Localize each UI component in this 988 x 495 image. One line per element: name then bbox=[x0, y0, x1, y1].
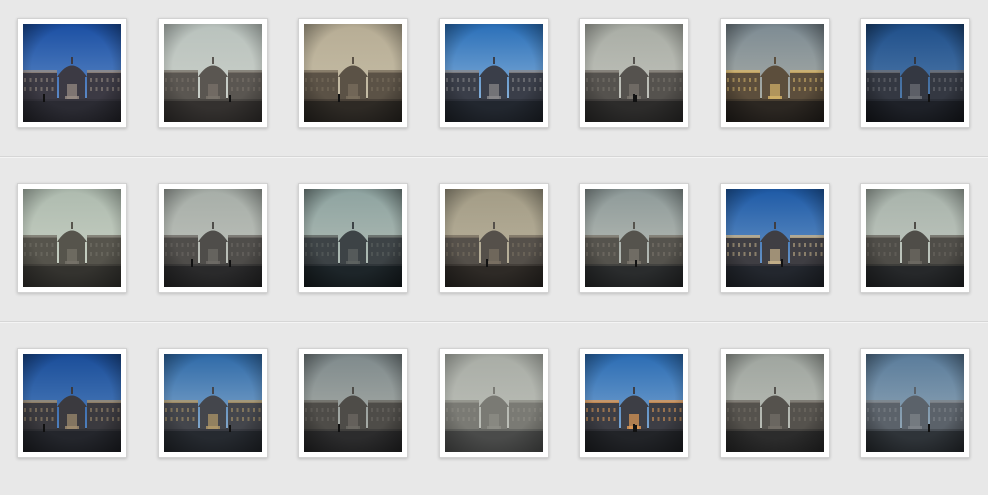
photo-thumbnail[interactable] bbox=[17, 18, 127, 128]
vignette bbox=[445, 189, 543, 287]
photo-thumbnail[interactable] bbox=[298, 183, 408, 293]
photo-scene bbox=[585, 24, 683, 122]
photo-gallery bbox=[0, 0, 988, 480]
vignette bbox=[585, 189, 683, 287]
photo-scene bbox=[866, 354, 964, 452]
photo-scene bbox=[866, 189, 964, 287]
vignette bbox=[726, 189, 824, 287]
vignette bbox=[726, 354, 824, 452]
photo-thumbnail[interactable] bbox=[158, 18, 268, 128]
photo-image bbox=[726, 189, 824, 287]
vignette bbox=[866, 24, 964, 122]
photo-scene bbox=[866, 24, 964, 122]
vignette bbox=[304, 24, 402, 122]
vignette bbox=[23, 24, 121, 122]
photo-image bbox=[164, 189, 262, 287]
photo-thumbnail[interactable] bbox=[860, 183, 970, 293]
photo-scene bbox=[726, 189, 824, 287]
gallery-row-3 bbox=[0, 330, 988, 495]
photo-thumbnail[interactable] bbox=[17, 348, 127, 458]
vignette bbox=[585, 24, 683, 122]
photo-scene bbox=[304, 24, 402, 122]
photo-image bbox=[585, 24, 683, 122]
photo-image bbox=[866, 354, 964, 452]
photo-image bbox=[726, 354, 824, 452]
gallery-row-1 bbox=[0, 0, 988, 165]
vignette bbox=[726, 24, 824, 122]
photo-thumbnail[interactable] bbox=[298, 18, 408, 128]
photo-scene bbox=[23, 189, 121, 287]
vignette bbox=[445, 24, 543, 122]
photo-scene bbox=[445, 189, 543, 287]
photo-image bbox=[445, 24, 543, 122]
photo-image bbox=[164, 24, 262, 122]
vignette bbox=[23, 354, 121, 452]
photo-scene bbox=[164, 24, 262, 122]
photo-scene bbox=[304, 354, 402, 452]
gallery-row-2 bbox=[0, 165, 988, 330]
photo-scene bbox=[585, 189, 683, 287]
photo-thumbnail[interactable] bbox=[579, 18, 689, 128]
vignette bbox=[164, 189, 262, 287]
photo-thumbnail[interactable] bbox=[158, 183, 268, 293]
photo-thumbnail[interactable] bbox=[579, 348, 689, 458]
photo-thumbnail[interactable] bbox=[720, 348, 830, 458]
photo-image bbox=[726, 24, 824, 122]
photo-scene bbox=[445, 354, 543, 452]
photo-thumbnail[interactable] bbox=[439, 183, 549, 293]
photo-scene bbox=[23, 354, 121, 452]
photo-scene bbox=[445, 24, 543, 122]
vignette bbox=[164, 24, 262, 122]
photo-image bbox=[445, 189, 543, 287]
photo-image bbox=[304, 354, 402, 452]
photo-scene bbox=[304, 189, 402, 287]
vignette bbox=[164, 354, 262, 452]
photo-image bbox=[304, 24, 402, 122]
photo-thumbnail[interactable] bbox=[439, 348, 549, 458]
photo-image bbox=[585, 189, 683, 287]
photo-scene bbox=[726, 354, 824, 452]
vignette bbox=[304, 189, 402, 287]
photo-image bbox=[866, 189, 964, 287]
photo-image bbox=[23, 189, 121, 287]
vignette bbox=[304, 354, 402, 452]
vignette bbox=[866, 354, 964, 452]
photo-scene bbox=[164, 354, 262, 452]
photo-image bbox=[585, 354, 683, 452]
photo-scene bbox=[23, 24, 121, 122]
photo-scene bbox=[726, 24, 824, 122]
photo-thumbnail[interactable] bbox=[579, 183, 689, 293]
photo-image bbox=[164, 354, 262, 452]
photo-thumbnail[interactable] bbox=[439, 18, 549, 128]
photo-image bbox=[445, 354, 543, 452]
photo-thumbnail[interactable] bbox=[298, 348, 408, 458]
photo-thumbnail[interactable] bbox=[860, 18, 970, 128]
vignette bbox=[866, 189, 964, 287]
vignette bbox=[23, 189, 121, 287]
photo-thumbnail[interactable] bbox=[17, 183, 127, 293]
vignette bbox=[585, 354, 683, 452]
photo-thumbnail[interactable] bbox=[720, 183, 830, 293]
vignette bbox=[445, 354, 543, 452]
photo-scene bbox=[585, 354, 683, 452]
photo-image bbox=[304, 189, 402, 287]
photo-thumbnail[interactable] bbox=[720, 18, 830, 128]
photo-thumbnail[interactable] bbox=[860, 348, 970, 458]
photo-image bbox=[23, 24, 121, 122]
photo-scene bbox=[164, 189, 262, 287]
photo-thumbnail[interactable] bbox=[158, 348, 268, 458]
photo-image bbox=[866, 24, 964, 122]
photo-image bbox=[23, 354, 121, 452]
